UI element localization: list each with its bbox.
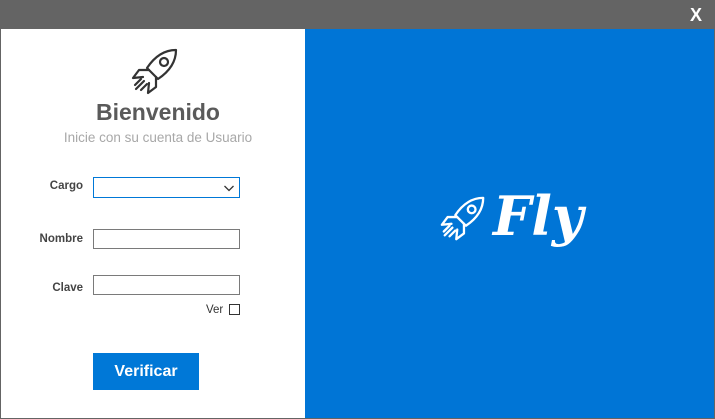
cargo-select[interactable] <box>93 177 240 198</box>
brand-panel: Fly <box>305 29 714 418</box>
chevron-down-icon <box>224 185 234 192</box>
brand-logo: Fly <box>305 29 714 418</box>
login-panel: Bienvenido Inicie con su cuenta de Usuar… <box>1 29 305 418</box>
login-window: X Bienvenido Inicie con su cuenta de Usu… <box>0 0 715 419</box>
brand-name: Fly <box>493 184 584 248</box>
nombre-input[interactable] <box>93 229 240 249</box>
close-button[interactable]: X <box>686 4 706 26</box>
show-password-label: Ver <box>206 304 224 316</box>
cargo-label: Cargo <box>49 180 83 192</box>
show-password-checkbox[interactable] <box>229 304 240 315</box>
clave-input[interactable] <box>93 275 240 295</box>
clave-label: Clave <box>52 282 83 294</box>
nombre-label: Nombre <box>39 233 83 245</box>
welcome-subtitle: Inicie con su cuenta de Usuario <box>63 130 253 145</box>
title-bar: X <box>1 1 714 29</box>
verify-button[interactable]: Verificar <box>93 353 199 390</box>
welcome-title: Bienvenido <box>96 99 220 125</box>
rocket-icon <box>131 48 178 95</box>
rocket-icon <box>440 196 485 241</box>
